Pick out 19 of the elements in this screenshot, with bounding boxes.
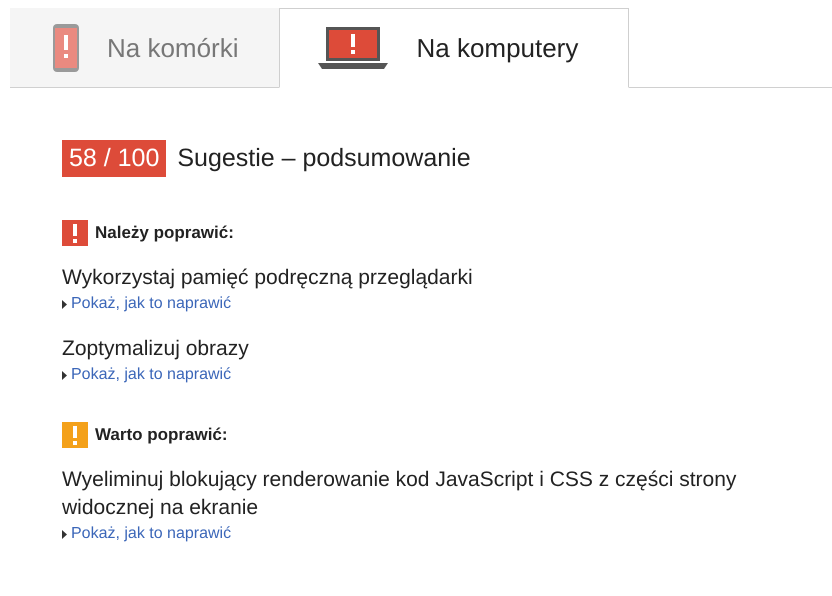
exclamation-icon bbox=[62, 220, 88, 246]
score-label: 58 / 100 bbox=[62, 140, 166, 177]
caret-icon bbox=[62, 370, 67, 380]
phone-warning-icon bbox=[53, 24, 79, 72]
suggestion-text: Wyeliminuj blokujący renderowanie kod JavaScript i CSS z części strony widocznej na ekranie bbox=[62, 467, 738, 521]
caret-icon bbox=[62, 530, 67, 538]
laptop-warning-icon bbox=[318, 27, 388, 69]
fix-link[interactable]: Pokaż, jak to naprawić bbox=[71, 295, 232, 313]
tab[interactable]: Na komórki bbox=[10, 8, 280, 87]
section-heading: Warto poprawić: bbox=[95, 425, 228, 445]
summary-title: Sugestie – podsumowanie bbox=[177, 144, 471, 173]
exclamation-icon bbox=[62, 422, 88, 448]
suggestion-text: Zoptymalizuj obrazy bbox=[62, 336, 250, 362]
fix-link[interactable]: Pokaż, jak to naprawić bbox=[71, 525, 232, 543]
caret-icon bbox=[62, 300, 67, 308]
tab[interactable]: Na komputery bbox=[279, 8, 630, 88]
fix-link[interactable]: Pokaż, jak to naprawić bbox=[71, 366, 232, 384]
section-heading: Należy poprawić: bbox=[95, 223, 234, 243]
suggestion-text: Wykorzystaj pamięć podręczną przeglądarki bbox=[62, 265, 474, 291]
